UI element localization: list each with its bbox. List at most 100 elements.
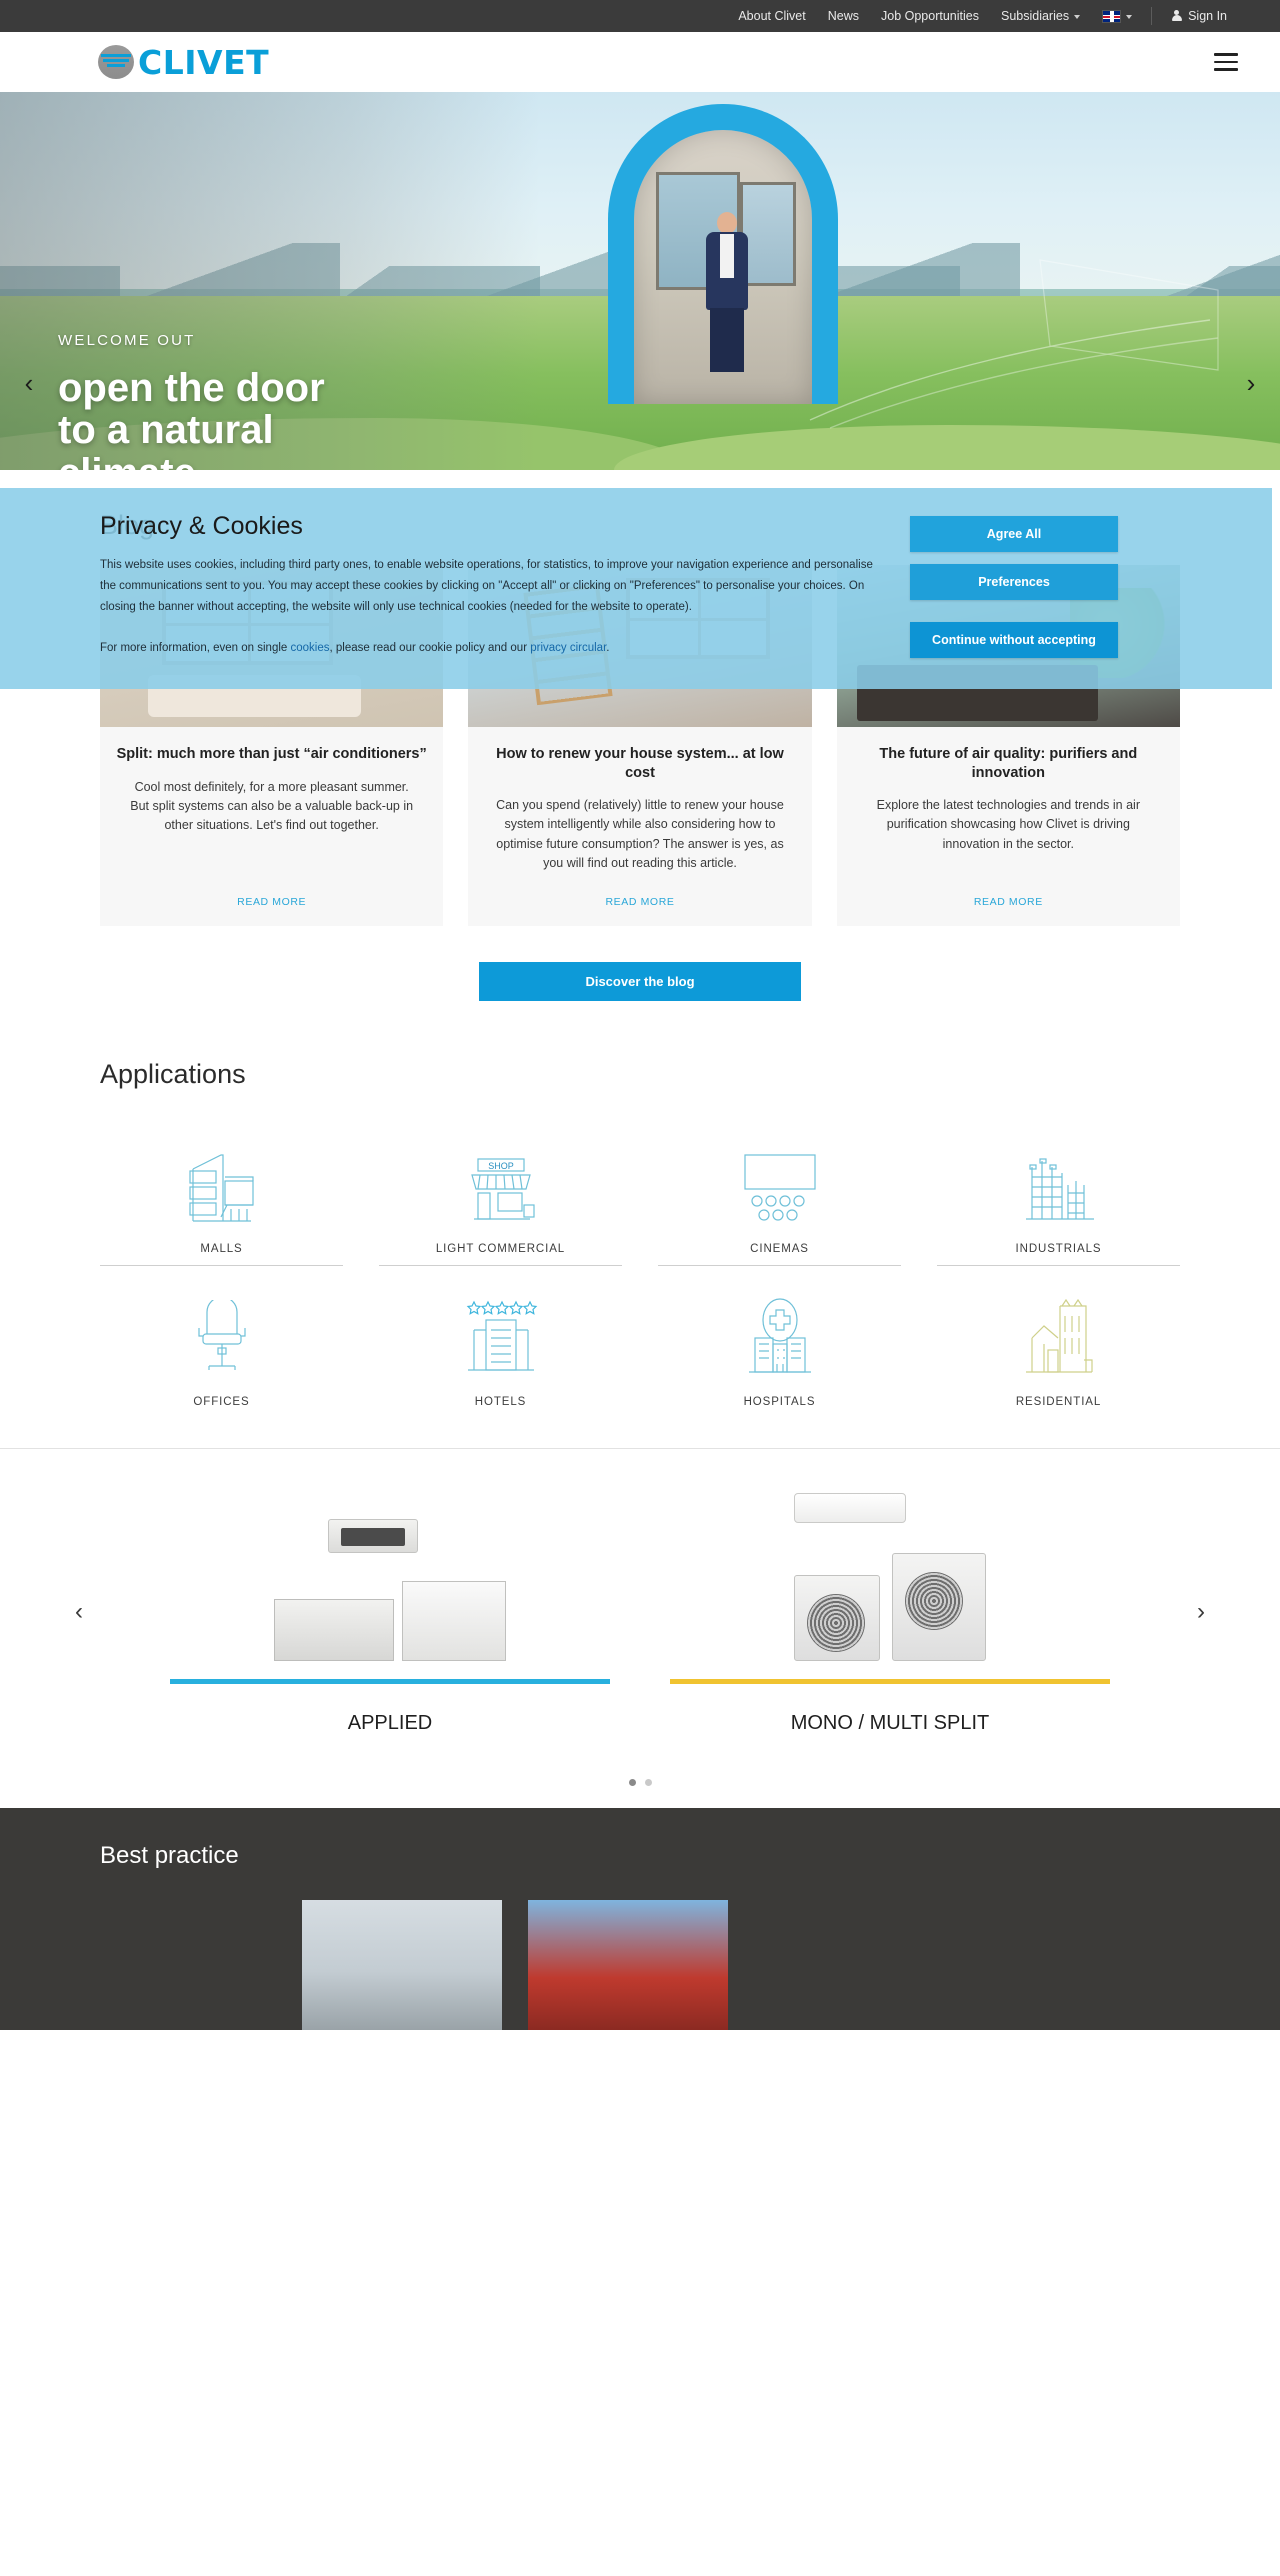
product-category-name: APPLIED — [347, 1711, 433, 1734]
topbar-link-subsidiaries[interactable]: Subsidiaries — [990, 0, 1091, 32]
blog-card-text: Explore the latest technologies and tren… — [876, 798, 1140, 851]
cookie-paragraph-1: This website uses cookies, including thi… — [100, 559, 873, 613]
application-item-offices[interactable]: OFFICES — [100, 1266, 343, 1418]
cookie-banner-text: Privacy & Cookies This website uses cook… — [100, 512, 910, 659]
preferences-button[interactable]: Preferences — [910, 564, 1118, 600]
blog-card-text: Cool most definitely, for a more pleasan… — [130, 779, 414, 833]
cookie-paragraph-2: For more information, even on single coo… — [100, 638, 880, 659]
product-category-card[interactable]: APPLIED — [170, 1483, 610, 1735]
product-carousel-row: APPLIED MONO / MULTI SPLIT — [0, 1483, 1280, 1735]
application-item-industrials[interactable]: INDUSTRIALS — [937, 1114, 1180, 1266]
applications-section: Applications MALLS SHOP LIGHT COMMERCIAL… — [0, 1008, 1280, 1448]
cookie-banner-title: Privacy & Cookies — [100, 512, 303, 540]
application-item-cinemas[interactable]: CINEMAS — [658, 1114, 901, 1266]
product-category-card[interactable]: MONO / MULTI SPLIT — [670, 1483, 1110, 1735]
residential-house-icon — [1018, 1292, 1100, 1378]
best-practice-title: Best practice — [100, 1841, 239, 1869]
application-item-light-commercial[interactable]: SHOP LIGHT COMMERCIAL — [379, 1114, 622, 1266]
chevron-down-icon — [1074, 15, 1081, 19]
blog-card-read-more[interactable]: READ MORE — [837, 874, 1180, 912]
cookie-p2-pre: For more information, even on single — [100, 641, 291, 654]
privacy-circular-link[interactable]: privacy circular — [530, 642, 606, 654]
split-outdoor-unit-1 — [794, 1574, 880, 1661]
clivet-logo-text: CLIVET — [138, 42, 270, 82]
application-label: INDUSTRIALS — [1015, 1242, 1102, 1255]
clivet-logo-mark-icon — [98, 45, 134, 79]
application-label: HOSPITALS — [743, 1395, 816, 1408]
hospital-cross-icon — [739, 1292, 821, 1378]
topbar-subsidiaries-label: Subsidiaries — [1000, 9, 1070, 23]
application-item-hotels[interactable]: HOTELS — [379, 1266, 622, 1418]
office-chair-icon — [181, 1292, 263, 1378]
carousel-dot[interactable] — [644, 1778, 652, 1786]
continue-without-accepting-button[interactable]: Continue without accepting — [910, 622, 1118, 658]
svg-text:SHOP: SHOP — [488, 1161, 514, 1171]
hero-title-line-3: climate — [58, 451, 325, 470]
user-icon — [1171, 10, 1182, 22]
topbar-link-about-clivet[interactable]: About Clivet — [727, 0, 816, 32]
hero-carousel: WELCOME OUT open the door to a natural c… — [0, 92, 1280, 470]
shop-storefront-icon: SHOP — [460, 1139, 542, 1225]
hero-title-line-2: to a natural — [58, 408, 274, 453]
blog-card-read-more[interactable]: READ MORE — [468, 874, 811, 912]
application-label: CINEMAS — [750, 1242, 809, 1255]
cookies-link[interactable]: cookies — [290, 642, 329, 654]
mall-building-icon — [181, 1139, 263, 1225]
application-label: HOTELS — [474, 1395, 527, 1408]
discover-blog-wrapper: Discover the blog — [100, 926, 1180, 1009]
hero-copy: WELCOME OUT open the door to a natural c… — [58, 332, 325, 470]
applied-chiller-unit — [274, 1598, 394, 1661]
product-next-arrow[interactable]: › — [1186, 1597, 1216, 1627]
language-selector[interactable] — [1091, 9, 1143, 23]
blog-card-title: How to renew your house system... at low… — [496, 746, 784, 781]
discover-the-blog-button[interactable]: Discover the blog — [479, 961, 801, 1001]
hero-kicker: WELCOME OUT — [58, 332, 196, 349]
application-item-hospitals[interactable]: HOSPITALS — [658, 1266, 901, 1418]
hero-prev-arrow[interactable]: ‹ — [12, 366, 46, 400]
clivet-logo[interactable]: CLIVET — [98, 43, 269, 82]
application-label: RESIDENTIAL — [1015, 1395, 1102, 1408]
blog-card-read-more[interactable]: READ MORE — [100, 874, 443, 912]
best-practice-card[interactable] — [302, 1899, 502, 2030]
applications-grid: MALLS SHOP LIGHT COMMERCIAL CINEMAS INDU… — [100, 1114, 1180, 1418]
chevron-down-icon — [1126, 15, 1133, 19]
carousel-dot[interactable] — [628, 1778, 636, 1786]
hamburger-menu-icon[interactable] — [1214, 48, 1238, 76]
cinema-screen-icon — [735, 1139, 825, 1225]
utility-topbar: About Clivet News Job Opportunities Subs… — [0, 0, 1280, 32]
factory-icon — [1018, 1139, 1100, 1225]
agree-all-button[interactable]: Agree All — [910, 516, 1118, 552]
sign-in-label: Sign In — [1188, 9, 1227, 23]
topbar-link-job-opportunities[interactable]: Job Opportunities — [870, 0, 990, 32]
hero-decorative-lines — [809, 259, 1219, 429]
application-item-malls[interactable]: MALLS — [100, 1114, 343, 1266]
best-practice-card[interactable] — [528, 1899, 728, 2030]
topbar-link-news[interactable]: News — [817, 0, 870, 32]
hero-title: open the door to a natural climate — [58, 367, 325, 470]
application-label: OFFICES — [193, 1395, 250, 1408]
product-category-image — [670, 1483, 1110, 1661]
applied-rooftop-unit — [402, 1580, 506, 1661]
hero-person — [700, 212, 754, 372]
sign-in-link[interactable]: Sign In — [1160, 0, 1238, 32]
split-outdoor-unit-2 — [892, 1552, 986, 1661]
hero-title-line-1: open the door — [58, 366, 325, 410]
applications-section-title: Applications — [100, 1058, 246, 1089]
carousel-dots — [0, 1735, 1280, 1786]
hero-next-arrow[interactable]: › — [1234, 366, 1268, 400]
blog-card-title: The future of air quality: purifiers and… — [879, 746, 1138, 781]
cookie-banner: Privacy & Cookies This website uses cook… — [0, 488, 1272, 689]
cookie-banner-actions: Agree All Preferences Continue without a… — [910, 512, 1118, 659]
product-carousel: ‹ › APPLIED MONO / MULTI SPLIT — [0, 1447, 1280, 1808]
topbar-divider — [1151, 7, 1153, 25]
product-category-image — [170, 1483, 610, 1661]
split-indoor-unit — [794, 1492, 906, 1523]
blog-card-title: Split: much more than just “air conditio… — [116, 746, 427, 762]
site-header: CLIVET — [0, 32, 1280, 92]
cookie-p2-mid: , please read our cookie policy and our — [329, 641, 531, 654]
product-prev-arrow[interactable]: ‹ — [64, 1597, 94, 1627]
application-item-residential[interactable]: RESIDENTIAL — [937, 1266, 1180, 1418]
product-category-name: MONO / MULTI SPLIT — [790, 1711, 990, 1734]
cookie-p2-post: . — [606, 641, 610, 654]
blog-card-text: Can you spend (relatively) little to ren… — [496, 798, 784, 871]
